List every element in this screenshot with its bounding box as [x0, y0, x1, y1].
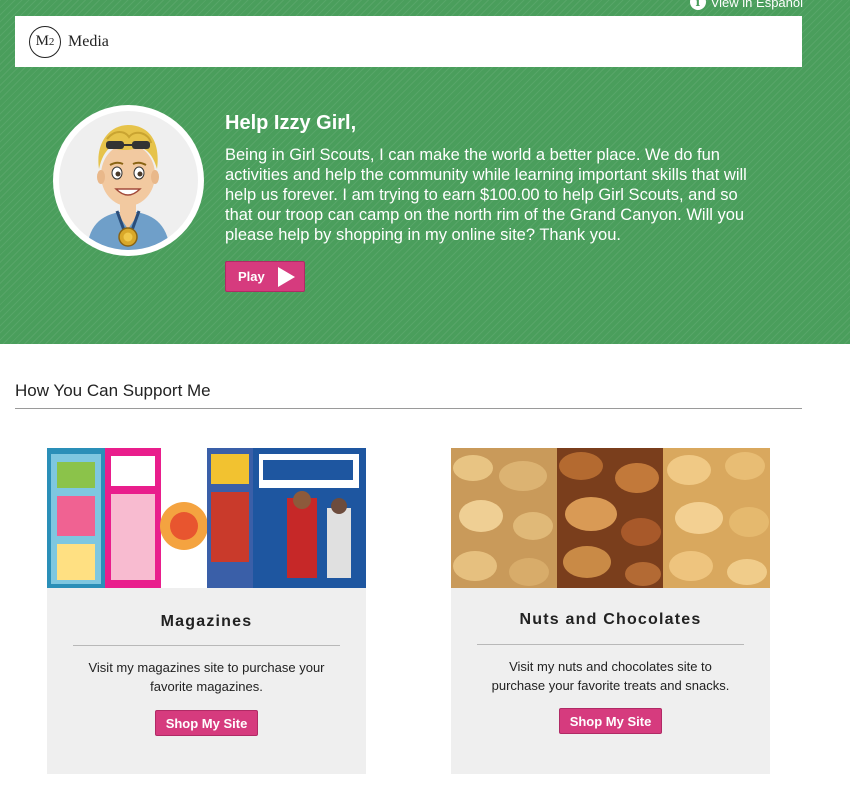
logo-text: Media	[68, 32, 109, 50]
top-bar: M2 Media	[15, 16, 802, 67]
play-icon	[277, 266, 295, 287]
section-title: How You Can Support Me	[15, 381, 211, 400]
nuts-card: Nuts and Chocolates Visit my nuts and ch…	[451, 448, 770, 774]
section-divider	[15, 408, 802, 409]
play-button[interactable]: Play	[225, 261, 305, 292]
greeting-heading: Help Izzy Girl,	[225, 112, 357, 134]
avatar	[53, 105, 204, 256]
card-description: Visit my nuts and chocolates site to pur…	[491, 659, 730, 693]
magazines-image[interactable]	[47, 448, 366, 588]
hero-message: Being in Girl Scouts, I can make the wor…	[225, 146, 747, 244]
card-title: Nuts and Chocolates	[519, 611, 702, 628]
nuts-illustration	[451, 448, 770, 588]
play-button-label: Play	[238, 269, 265, 284]
magazine-covers-illustration	[47, 448, 366, 588]
hero-banner: i View in Español M2 Media Help Izzy Gir…	[0, 0, 850, 344]
m2-logo-icon[interactable]: M2	[29, 25, 61, 58]
girl-avatar-illustration	[87, 125, 170, 250]
nuts-image[interactable]	[451, 448, 770, 588]
language-link[interactable]: i View in Español	[689, 0, 803, 10]
info-icon: i	[689, 0, 706, 10]
shop-nuts-button[interactable]: Shop My Site	[559, 708, 662, 734]
card-description: Visit my magazines site to purchase your…	[88, 660, 325, 694]
language-link-label: View in Español	[710, 0, 803, 10]
card-divider	[73, 645, 340, 646]
magazines-card: Magazines Visit my magazines site to pur…	[47, 448, 366, 774]
shop-magazines-button[interactable]: Shop My Site	[155, 710, 258, 736]
card-divider	[477, 644, 744, 645]
card-title: Magazines	[160, 613, 253, 630]
